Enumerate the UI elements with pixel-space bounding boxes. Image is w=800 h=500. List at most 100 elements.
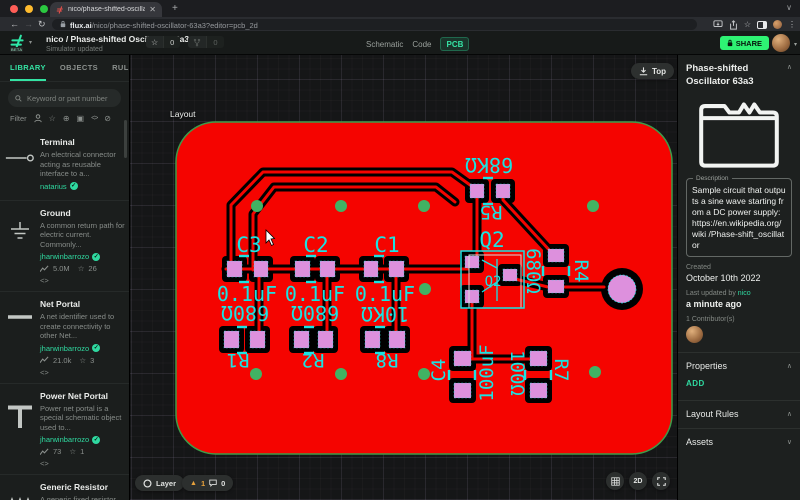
back-icon[interactable]: ← <box>10 19 19 29</box>
bookmark-star-icon[interactable]: ☆ <box>744 20 751 29</box>
avatar-caret-icon[interactable]: ▾ <box>794 41 797 48</box>
expand-assets-icon[interactable]: ∨ <box>787 438 792 446</box>
silkscreen-label-R2[interactable]: R2 <box>302 349 325 371</box>
pcb-drawing[interactable]: C3C2C10.1uF0.1uF0.1uF680Ω680Ω10KΩR1R2R86… <box>130 55 677 500</box>
silkscreen-label-100uF[interactable]: 100uF <box>476 344 498 401</box>
smd-pad[interactable] <box>295 261 310 277</box>
properties-section-header[interactable]: Properties∧ <box>678 352 800 371</box>
layer-selector[interactable]: Layer <box>135 475 184 491</box>
silkscreen-label-R5[interactable]: R5 <box>480 201 503 223</box>
silkscreen-label-C4[interactable]: C4 <box>428 359 450 382</box>
list-item-net-portal[interactable]: Net PortalA net identifier used to creat… <box>0 291 129 383</box>
forward-icon[interactable]: → <box>24 19 33 29</box>
smd-pad[interactable] <box>320 261 335 277</box>
smd-pad[interactable] <box>530 383 547 398</box>
save-to-device-icon[interactable] <box>713 20 723 29</box>
fork-count-button[interactable]: 0 <box>188 36 223 48</box>
smd-pad[interactable] <box>503 269 517 281</box>
filter-star-icon[interactable]: ☆ <box>49 115 56 123</box>
smd-pad[interactable] <box>496 184 510 198</box>
collapse-project-icon[interactable]: ∧ <box>787 63 792 88</box>
through-hole-pad[interactable] <box>608 275 636 303</box>
silkscreen-label-68KΩ[interactable]: 68KΩ <box>465 153 513 177</box>
share-button[interactable]: SHARE <box>720 36 769 50</box>
silkscreen-label-C2[interactable]: C2 <box>303 233 328 257</box>
list-item-generic-resistor[interactable]: Generic ResistorA generic fixed resistor… <box>0 474 129 500</box>
search-input[interactable]: Keyword or part number <box>8 89 121 107</box>
item-action-icon[interactable]: <> <box>40 276 49 285</box>
silkscreen-label-680Ω[interactable]: 680Ω <box>522 248 544 294</box>
smd-pad[interactable] <box>389 261 404 277</box>
silkscreen-label-100Ω[interactable]: 100Ω <box>506 350 528 396</box>
top-view-button[interactable]: Top <box>631 63 674 79</box>
silkscreen-label-R7[interactable]: R7 <box>550 359 572 382</box>
smd-pad[interactable] <box>548 249 564 262</box>
filter-package-icon[interactable]: ▣ <box>77 115 85 123</box>
layout-rules-section-header[interactable]: Layout Rules∧ <box>678 400 800 419</box>
window-controls[interactable] <box>10 5 48 13</box>
tab-pcb[interactable]: PCB <box>440 37 469 51</box>
smd-pad[interactable] <box>454 351 471 366</box>
component-author[interactable]: jharwinbarrozo✓ <box>40 435 125 444</box>
component-author[interactable]: natarius✓ <box>40 182 125 191</box>
smd-pad[interactable] <box>548 280 564 293</box>
silkscreen-label-680Ω[interactable]: 680Ω <box>221 301 269 325</box>
filter-person-icon[interactable] <box>34 114 42 123</box>
list-item-power-net-portal[interactable]: Power Net PortalPower net portal is a sp… <box>0 383 129 475</box>
pcb-canvas[interactable]: C3C2C10.1uF0.1uF0.1uF680Ω680Ω10KΩR1R2R86… <box>130 55 677 500</box>
list-item-terminal[interactable]: TerminalAn electrical connector acting a… <box>0 129 129 200</box>
collapse-properties-icon[interactable]: ∧ <box>787 362 792 370</box>
smd-pad[interactable] <box>364 261 378 277</box>
reload-icon[interactable]: ↻ <box>38 19 46 30</box>
via[interactable] <box>251 200 263 212</box>
assets-section-header[interactable]: Assets∨ <box>678 428 800 447</box>
item-action-icon[interactable]: <> <box>40 459 49 468</box>
via[interactable] <box>335 200 347 212</box>
filter-part-icon[interactable]: ⊕ <box>63 115 70 123</box>
via[interactable] <box>419 283 431 295</box>
user-avatar[interactable] <box>772 34 790 52</box>
via[interactable] <box>335 368 347 380</box>
tab-schematic[interactable]: Schematic <box>366 40 403 49</box>
smd-pad[interactable] <box>227 261 242 277</box>
tab-overflow-icon[interactable]: ∨ <box>786 3 792 12</box>
contributor-avatar[interactable] <box>686 326 703 343</box>
filter-verified-icon[interactable]: ⊘ <box>104 115 111 123</box>
share-page-icon[interactable] <box>729 20 738 30</box>
sidebar-tab-library[interactable]: LIBRARY <box>10 63 46 81</box>
url-bar[interactable]: flux.ai/nico/phase-shifted-oscillator-63… <box>52 19 697 30</box>
silkscreen-label-Q2[interactable]: Q2 <box>479 228 504 252</box>
smd-pad[interactable] <box>465 256 479 268</box>
silkscreen-label-680Ω[interactable]: 680Ω <box>291 301 339 325</box>
silkscreen-label-10KΩ[interactable]: 10KΩ <box>361 302 409 326</box>
via[interactable] <box>418 200 430 212</box>
new-tab-button[interactable]: + <box>172 3 178 14</box>
smd-pad[interactable] <box>224 331 239 348</box>
star-count-button[interactable]: ☆0 <box>146 36 180 48</box>
sidebar-scrollbar[interactable] <box>124 120 127 158</box>
silkscreen-label-R8[interactable]: R8 <box>376 349 399 371</box>
smd-pad[interactable] <box>250 331 265 348</box>
description-field[interactable]: Description Sample circuit that outputs … <box>686 178 792 257</box>
sidebar-tab-objects[interactable]: OBJECTS <box>60 63 98 76</box>
silkscreen-label-R4[interactable]: R4 <box>570 260 592 283</box>
smd-pad[interactable] <box>454 383 471 398</box>
smd-pad[interactable] <box>465 290 479 303</box>
close-tab-icon[interactable]: ✕ <box>149 5 156 14</box>
smd-pad[interactable] <box>470 184 484 198</box>
logo-caret-icon[interactable]: ▾ <box>29 39 32 46</box>
silkscreen-label-Q2[interactable]: Q2 <box>485 274 502 290</box>
component-author[interactable]: jharwinbarrozo✓ <box>40 252 125 261</box>
list-item-ground[interactable]: GroundA common return path for electric … <box>0 200 129 292</box>
via[interactable] <box>250 368 262 380</box>
collapse-layout-rules-icon[interactable]: ∧ <box>787 410 792 418</box>
silkscreen-label-C1[interactable]: C1 <box>374 233 399 257</box>
browser-profile-avatar[interactable] <box>773 20 782 29</box>
silkscreen-label-R1[interactable]: R1 <box>227 349 250 371</box>
smd-pad[interactable] <box>318 331 333 348</box>
filter-code-icon[interactable]: <> <box>91 115 97 123</box>
smd-pad[interactable] <box>365 331 380 348</box>
fullscreen-button[interactable] <box>652 472 670 490</box>
smd-pad[interactable] <box>530 351 547 366</box>
component-author[interactable]: jharwinbarrozo✓ <box>40 344 125 353</box>
